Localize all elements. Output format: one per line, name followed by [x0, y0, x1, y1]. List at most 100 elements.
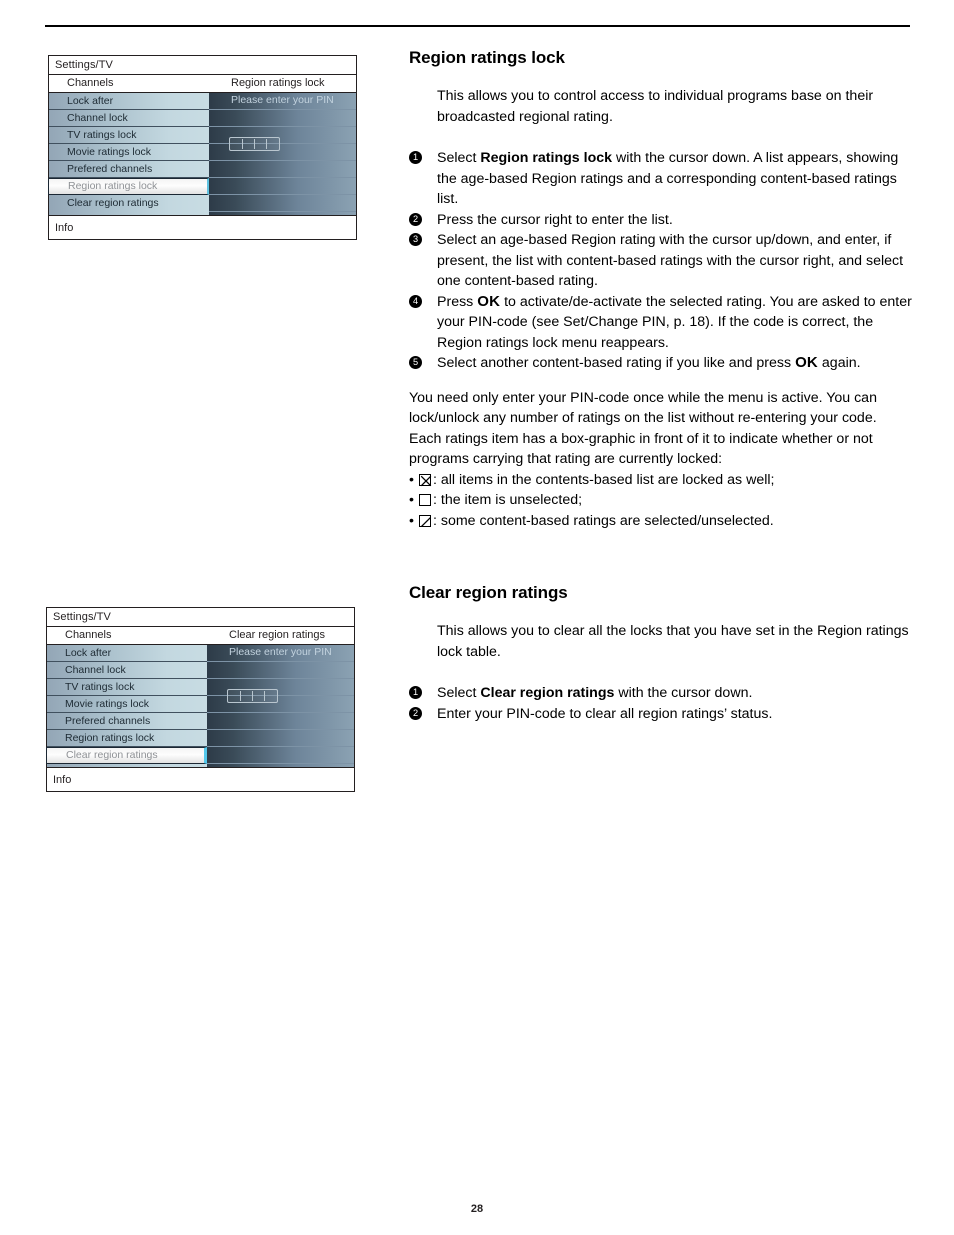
bullet-dot: •: [409, 471, 414, 488]
steps-list-clear: 1 Select Clear region ratings with the cu…: [409, 683, 914, 724]
list-item: 5 Select another content-based rating if …: [409, 353, 914, 374]
checkbox-empty-icon: [419, 494, 431, 506]
section-intro-paragraph: This allows you to control access to ind…: [437, 88, 874, 125]
osd-info-bar: Info: [49, 215, 356, 239]
pin-cell: [243, 139, 255, 149]
osd-menu-item-region-ratings-lock[interactable]: Region ratings lock: [48, 178, 209, 195]
pin-cell: [241, 691, 253, 701]
osd-menu-item-channel-lock[interactable]: Channel lock: [49, 110, 209, 127]
step-text-pre: Press: [437, 293, 478, 310]
step-text-pre: Select another content-based rating if y…: [437, 355, 796, 371]
osd-info-bar: Info: [47, 767, 354, 791]
section-clear-region-ratings: Clear region ratings This allows you to …: [409, 583, 914, 724]
pin-prompt-label: Please enter your PIN: [229, 646, 332, 658]
osd-menu-item-lock-after[interactable]: Lock after: [49, 93, 209, 110]
pin-cell: [265, 691, 276, 701]
header-rule: [45, 25, 910, 27]
step-text-pre: Press the cursor right to enter the list…: [437, 211, 673, 228]
osd-menu-item-tv-ratings-lock[interactable]: TV ratings lock: [49, 127, 209, 144]
step-text-bold: Region ratings lock: [480, 150, 613, 166]
osd-menu-item-prefered-channels[interactable]: Prefered channels: [49, 161, 209, 178]
osd-column-header-detail: Region ratings lock: [231, 77, 325, 89]
legend-text: : all items in the contents-based list a…: [433, 471, 775, 488]
step-number-badge: 2: [409, 706, 422, 720]
osd-title: Settings/TV: [49, 56, 356, 75]
step-number-badge: 1: [409, 151, 422, 164]
osd-menu-item-tv-ratings-lock[interactable]: TV ratings lock: [47, 679, 207, 696]
osd-detail-row: [209, 195, 356, 212]
osd-body: Lock after Channel lock TV ratings lock …: [48, 93, 356, 215]
step-text-bold: OK: [795, 354, 818, 371]
pin-cell: [253, 691, 265, 701]
osd-menu-item-movie-ratings-lock[interactable]: Movie ratings lock: [49, 144, 209, 161]
osd-screenshot-region-ratings-lock: Settings/TV Channels Region ratings lock…: [48, 55, 357, 240]
step-text-pre: Select: [437, 150, 481, 166]
pin-cell: [229, 691, 241, 701]
step-text-post: to activate/de-activate the selected rat…: [437, 293, 912, 351]
box-graphic-legend: • : all items in the contents-based list …: [409, 470, 914, 532]
bullet-dot: •: [409, 512, 414, 529]
osd-detail-row: [207, 730, 354, 747]
step-text-bold: OK: [477, 292, 501, 310]
osd-menu-list: Lock after Channel lock TV ratings lock …: [46, 645, 207, 767]
osd-title: Settings/TV: [47, 608, 354, 627]
pin-cell: [255, 139, 267, 149]
osd-menu-item-prefered-channels[interactable]: Prefered channels: [47, 713, 207, 730]
osd-detail-row: [207, 662, 354, 679]
section-region-ratings-lock: Region ratings lock This allows you to c…: [409, 48, 914, 531]
step-text-bold: Clear region ratings: [480, 685, 615, 701]
list-item: 2 Enter your PIN-code to clear all region…: [409, 704, 914, 725]
osd-menu-item-lock-after[interactable]: Lock after: [47, 645, 207, 662]
list-item: 4 Press OK to activate/de-activate the se…: [409, 292, 914, 354]
page-title-region-ratings-lock: Region ratings lock: [409, 48, 565, 67]
step-number-badge: 1: [409, 686, 422, 699]
pin-cell: [231, 139, 243, 149]
osd-menu-item-clear-region-ratings[interactable]: Clear region ratings: [46, 747, 207, 764]
osd-column-header-channels: Channels: [67, 77, 114, 89]
osd-detail-row: [209, 178, 356, 195]
step-number-badge: 3: [409, 233, 422, 246]
osd-body: Lock after Channel lock TV ratings lock …: [46, 645, 354, 767]
osd-detail-row: [207, 713, 354, 730]
pin-entry-field[interactable]: [227, 689, 278, 703]
osd-menu-item-clear-region-ratings[interactable]: Clear region ratings: [49, 195, 209, 212]
list-item: 3 Select an age-based Region rating with …: [409, 230, 914, 292]
osd-detail-row: [207, 747, 354, 764]
note-paragraph-boxgraphic: Each ratings item has a box-graphic in f…: [409, 430, 873, 468]
step-text-pre: Select an age-based Region rating with t…: [437, 232, 904, 289]
step-text-pre: Enter your PIN-code to clear all region …: [437, 705, 773, 722]
note-paragraph-pin: You need only enter your PIN-code once w…: [409, 389, 877, 427]
legend-text: : the item is unselected;: [433, 492, 583, 508]
step-number-badge: 5: [409, 356, 422, 369]
osd-detail-pane: Please enter your PIN: [209, 93, 356, 215]
bullet-dot: •: [409, 492, 414, 508]
osd-detail-row: [209, 110, 356, 127]
osd-menu-item-movie-ratings-lock[interactable]: Movie ratings lock: [47, 696, 207, 713]
step-number-badge: 2: [409, 212, 422, 226]
page-number: 28: [470, 1203, 484, 1215]
step-text-post: again.: [817, 355, 861, 371]
osd-detail-pane: Please enter your PIN: [207, 645, 354, 767]
osd-column-header-channels: Channels: [65, 629, 112, 641]
osd-menu-item-channel-lock[interactable]: Channel lock: [47, 662, 207, 679]
section-intro-paragraph: This allows you to clear all the locks t…: [437, 623, 909, 660]
osd-column-headers: Channels Clear region ratings: [47, 627, 354, 645]
osd-menu-list: Lock after Channel lock TV ratings lock …: [48, 93, 209, 215]
pin-cell: [267, 139, 278, 149]
step-text-post: with the cursor down.: [614, 685, 753, 701]
checkbox-slash-icon: [419, 514, 432, 527]
osd-menu-item-region-ratings-lock[interactable]: Region ratings lock: [47, 730, 207, 747]
osd-screenshot-clear-region-ratings: Settings/TV Channels Clear region rating…: [46, 607, 355, 792]
list-item: 1 Select Region ratings lock with the cur…: [409, 148, 914, 210]
osd-column-headers: Channels Region ratings lock: [49, 75, 356, 93]
list-item: •: some content-based ratings are select…: [409, 511, 914, 532]
list-item: 1 Select Clear region ratings with the cu…: [409, 683, 914, 704]
pin-entry-field[interactable]: [229, 137, 280, 151]
list-item: 2 Press the cursor right to enter the lis…: [409, 210, 914, 231]
step-text-pre: Select: [437, 685, 481, 701]
checkbox-x-icon: [419, 473, 432, 486]
list-item: • : the item is unselected;: [409, 490, 914, 511]
